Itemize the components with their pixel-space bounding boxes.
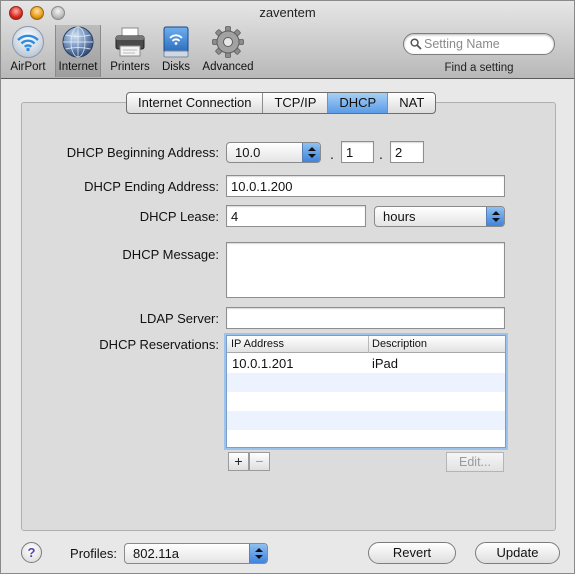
internet-globe-icon xyxy=(61,25,95,59)
toolbar-item-disks[interactable]: Disks xyxy=(157,25,195,77)
profiles-label: Profiles: xyxy=(70,546,117,561)
toolbar-item-label: Internet xyxy=(58,61,98,73)
reservation-description-cell: iPad xyxy=(372,356,399,371)
beginning-address-octet3-field[interactable] xyxy=(341,141,374,163)
tab-bar: Internet Connection TCP/IP DHCP NAT xyxy=(126,92,437,114)
tab-tcp-ip[interactable]: TCP/IP xyxy=(263,93,329,113)
lease-unit-popup[interactable]: hours xyxy=(374,206,505,227)
ldap-server-input[interactable] xyxy=(227,308,504,328)
profiles-popup[interactable]: 802.11a xyxy=(124,543,268,564)
toolbar: zaventem AirPort Internet Printers Disks… xyxy=(1,1,574,79)
search-input[interactable] xyxy=(424,36,550,52)
dhcp-lease-label: DHCP Lease: xyxy=(139,209,219,224)
column-divider[interactable] xyxy=(368,336,369,353)
table-row-empty xyxy=(227,430,505,447)
toolbar-item-label: Printers xyxy=(110,61,150,73)
printer-icon xyxy=(113,25,147,59)
disk-icon xyxy=(159,25,193,59)
column-header-ip-address[interactable]: IP Address xyxy=(231,338,284,350)
tab-dhcp[interactable]: DHCP xyxy=(328,93,389,113)
beginning-address-prefix-popup[interactable]: 10.0 xyxy=(226,142,321,163)
popup-arrows-icon xyxy=(302,143,320,162)
dhcp-ending-address-label: DHCP Ending Address: xyxy=(84,179,219,194)
table-row-empty xyxy=(227,373,505,392)
reservations-table[interactable]: IP Address Description 10.0.1.201 iPad xyxy=(226,335,506,448)
window-title: zaventem xyxy=(259,5,316,20)
popup-value: hours xyxy=(383,209,416,224)
ending-address-input[interactable] xyxy=(227,176,504,196)
beginning-address-octet4-field[interactable] xyxy=(390,141,424,163)
update-button[interactable]: Update xyxy=(475,542,560,564)
table-row-empty xyxy=(227,392,505,411)
setting-search-field[interactable] xyxy=(403,33,555,55)
toolbar-item-label: Advanced xyxy=(202,61,254,73)
octet3-input[interactable] xyxy=(342,142,373,162)
ldap-server-field[interactable] xyxy=(226,307,505,329)
toolbar-item-label: AirPort xyxy=(10,61,46,73)
dhcp-message-label: DHCP Message: xyxy=(122,247,219,262)
lease-input[interactable] xyxy=(227,206,365,226)
ldap-server-label: LDAP Server: xyxy=(139,311,219,326)
toolbar-item-label: Disks xyxy=(161,61,191,73)
edit-reservation-button[interactable]: Edit... xyxy=(446,452,504,472)
dhcp-message-textarea[interactable] xyxy=(227,243,504,297)
toolbar-item-internet[interactable]: Internet xyxy=(55,25,101,77)
column-header-description[interactable]: Description xyxy=(372,338,427,350)
add-reservation-button[interactable]: + xyxy=(228,452,249,471)
octet4-input[interactable] xyxy=(391,142,423,162)
gear-icon xyxy=(211,25,245,59)
dhcp-reservations-label: DHCP Reservations: xyxy=(99,337,219,352)
tab-internet-connection[interactable]: Internet Connection xyxy=(127,93,264,113)
revert-button[interactable]: Revert xyxy=(368,542,456,564)
dhcp-ending-address-field[interactable] xyxy=(226,175,505,197)
toolbar-item-printers[interactable]: Printers xyxy=(107,25,153,77)
popup-arrows-icon xyxy=(486,207,504,226)
popup-arrows-icon xyxy=(249,544,267,563)
dhcp-lease-field[interactable] xyxy=(226,205,366,227)
search-icon xyxy=(410,38,422,53)
popup-value: 10.0 xyxy=(235,145,261,160)
address-separator-dot: . xyxy=(330,146,334,162)
table-header: IP Address Description xyxy=(227,336,505,353)
remove-reservation-button[interactable]: − xyxy=(249,452,270,471)
toolbar-item-advanced[interactable]: Advanced xyxy=(199,25,257,77)
dhcp-beginning-address-label: DHCP Beginning Address: xyxy=(66,145,219,160)
reservation-ip-cell: 10.0.1.201 xyxy=(232,356,294,371)
tab-nat[interactable]: NAT xyxy=(388,93,435,113)
table-row[interactable]: 10.0.1.201 iPad xyxy=(227,354,505,373)
dhcp-message-field[interactable] xyxy=(226,242,505,298)
table-row-empty xyxy=(227,411,505,430)
popup-value: 802.11a xyxy=(133,546,180,561)
airport-icon xyxy=(11,25,45,59)
address-separator-dot: . xyxy=(379,146,383,162)
airport-utility-window: zaventem AirPort Internet Printers Disks… xyxy=(0,0,575,574)
toolbar-item-airport[interactable]: AirPort xyxy=(7,25,49,77)
help-button[interactable]: ? xyxy=(21,542,42,563)
find-setting-label: Find a setting xyxy=(444,62,514,74)
